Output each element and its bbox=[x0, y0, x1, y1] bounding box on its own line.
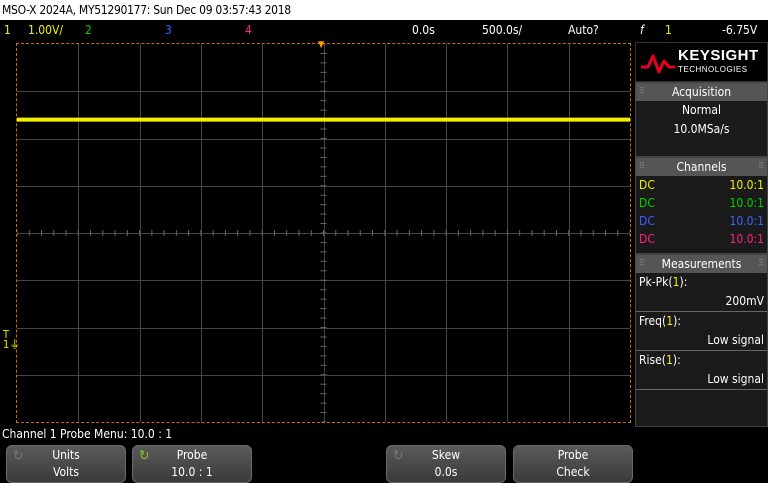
measurements-header: ⠿ Measurements ⠿ bbox=[636, 255, 767, 273]
trigger-level-marker[interactable]: T 1⏚ bbox=[3, 329, 21, 351]
trigger-edge-icon: f bbox=[640, 23, 644, 37]
rotate-knob-icon: ↻ bbox=[393, 448, 404, 464]
window-title: MSO-X 2024A, MY51290177: Sun Dec 09 03:5… bbox=[0, 0, 768, 20]
measurement-rise[interactable]: Rise(1): Low signal bbox=[636, 351, 767, 390]
ch1-scale[interactable]: 1.00V/ bbox=[28, 20, 63, 40]
acquisition-mode: Normal bbox=[681, 103, 722, 117]
acquisition-header: ⠿ Acquisition bbox=[636, 83, 767, 101]
measurement-freq[interactable]: Freq(1): Low signal bbox=[636, 312, 767, 351]
waveform-display[interactable] bbox=[16, 43, 631, 423]
measurements-panel[interactable]: ⠿ Measurements ⠿ Pk-Pk(1): 200mV Freq(1)… bbox=[635, 254, 768, 427]
probe-softkey[interactable]: ↻ Probe 10.0 : 1 bbox=[132, 445, 252, 483]
logo-subtitle: TECHNOLOGIES bbox=[678, 65, 748, 74]
acquisition-panel[interactable]: ⠿ Acquisition Normal 10.0MSa/s bbox=[635, 82, 768, 157]
trigger-source[interactable]: 1 bbox=[665, 20, 672, 40]
measurement-pkpk-value: 200mV bbox=[636, 292, 767, 312]
softkey-menu-title: Channel 1 Probe Menu: 10.0 : 1 bbox=[2, 427, 173, 441]
channel-row-1[interactable]: DC 10.0:1 bbox=[636, 176, 767, 194]
grip-icon: ⠿ bbox=[758, 259, 764, 269]
ch1-number[interactable]: 1 bbox=[4, 20, 11, 40]
ground-marker-icon: 1⏚ bbox=[3, 338, 21, 351]
keysight-wave-icon bbox=[641, 54, 675, 74]
measurement-pkpk[interactable]: Pk-Pk(1): 200mV bbox=[636, 273, 767, 312]
trigger-level[interactable]: -6.75V bbox=[722, 20, 757, 40]
timebase-readout[interactable]: 500.0s/ bbox=[482, 20, 522, 40]
time-reference-marker-icon[interactable]: ▼ bbox=[318, 40, 324, 50]
trigger-mode[interactable]: Auto? bbox=[568, 20, 599, 40]
skew-softkey[interactable]: ↻ Skew 0.0s bbox=[386, 445, 506, 483]
grip-icon: ⠿ bbox=[758, 162, 764, 172]
units-softkey[interactable]: ↻ Units Volts bbox=[6, 445, 126, 483]
channel-row-3[interactable]: DC 10.0:1 bbox=[636, 212, 767, 230]
grip-icon: ⠿ bbox=[639, 162, 645, 172]
acquisition-rate: 10.0MSa/s bbox=[673, 122, 730, 136]
channels-panel[interactable]: ⠿ Channels ⠿ DC 10.0:1 DC 10.0:1 DC 10.0:1 … bbox=[635, 157, 768, 254]
probe-check-softkey[interactable]: Probe Check bbox=[513, 445, 633, 483]
ch3-number[interactable]: 3 bbox=[165, 20, 172, 40]
channels-header: ⠿ Channels ⠿ bbox=[636, 158, 767, 176]
graticule bbox=[17, 44, 630, 422]
measurement-rise-value: Low signal bbox=[636, 370, 767, 390]
channel-row-4[interactable]: DC 10.0:1 bbox=[636, 230, 767, 248]
status-bar: 1 1.00V/ 2 3 4 0.0s 500.0s/ Auto? f 1 -6… bbox=[0, 20, 768, 40]
logo-name: KEYSIGHT bbox=[678, 47, 759, 64]
measurement-freq-value: Low signal bbox=[636, 331, 767, 351]
grip-icon: ⠿ bbox=[639, 87, 645, 97]
entry-knob-icon: ↻ bbox=[139, 448, 150, 464]
rotate-knob-icon: ↻ bbox=[13, 448, 24, 464]
channel-row-2[interactable]: DC 10.0:1 bbox=[636, 194, 767, 212]
side-panel: KEYSIGHT TECHNOLOGIES ⠿ Acquisition Norm… bbox=[635, 42, 768, 427]
brand-logo: KEYSIGHT TECHNOLOGIES bbox=[635, 42, 768, 82]
delay-readout[interactable]: 0.0s bbox=[412, 20, 435, 40]
ch2-number[interactable]: 2 bbox=[85, 20, 92, 40]
grip-icon: ⠿ bbox=[639, 259, 645, 269]
ch4-number[interactable]: 4 bbox=[245, 20, 252, 40]
